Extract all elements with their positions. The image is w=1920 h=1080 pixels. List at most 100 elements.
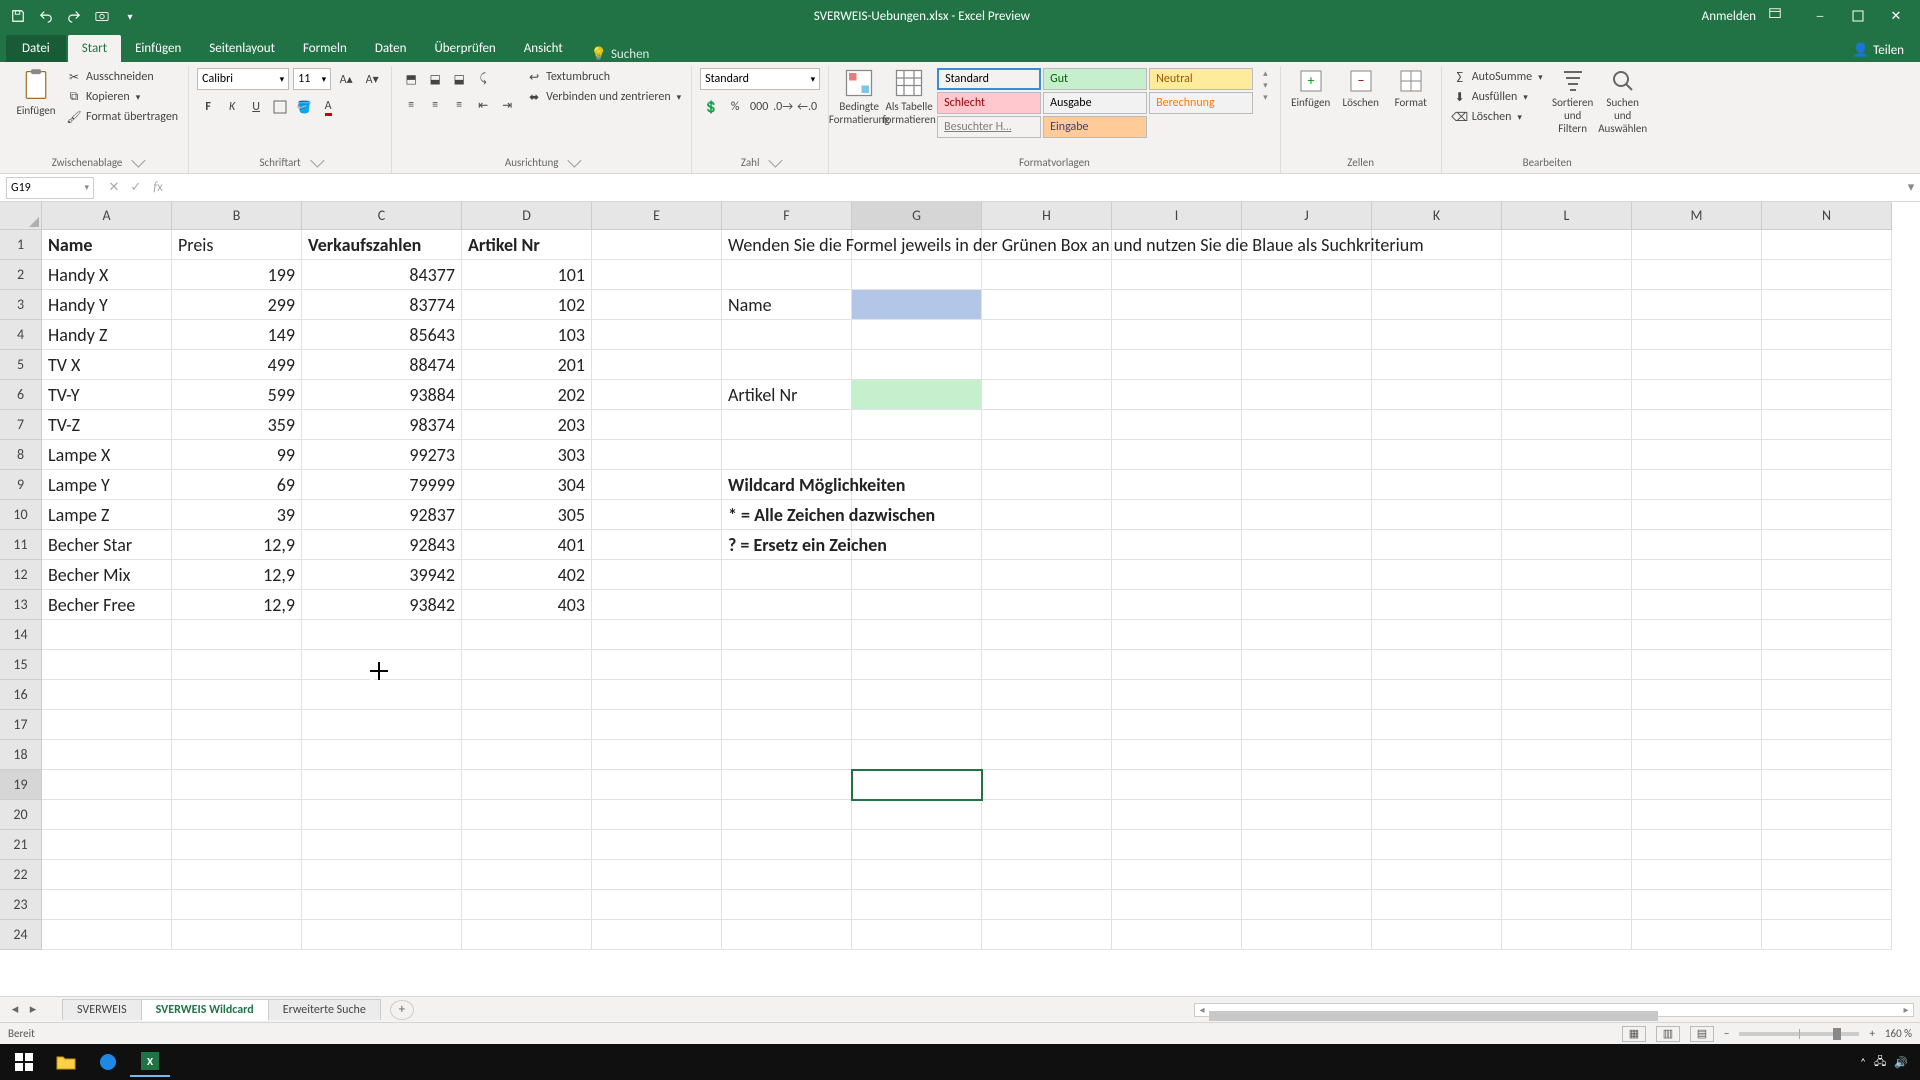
cell[interactable] <box>852 920 982 950</box>
style-good[interactable]: Gut <box>1043 68 1147 90</box>
cell[interactable] <box>1242 890 1372 920</box>
cell[interactable] <box>982 860 1112 890</box>
cell[interactable] <box>1242 320 1372 350</box>
merge-center-button[interactable]: ⬌Verbinden und zentrieren▾ <box>524 88 683 106</box>
cell[interactable] <box>1632 500 1762 530</box>
row-header[interactable]: 2 <box>0 260 42 290</box>
cell[interactable]: 402 <box>462 560 592 590</box>
cell[interactable] <box>302 650 462 680</box>
cell[interactable] <box>1762 500 1892 530</box>
cell[interactable]: 305 <box>462 500 592 530</box>
cell[interactable] <box>1112 470 1242 500</box>
cell[interactable] <box>1632 320 1762 350</box>
cell[interactable] <box>982 740 1112 770</box>
cell[interactable] <box>1242 740 1372 770</box>
cell[interactable] <box>982 800 1112 830</box>
cell[interactable]: 201 <box>462 350 592 380</box>
cell[interactable] <box>1112 590 1242 620</box>
cell[interactable] <box>302 860 462 890</box>
row-header[interactable]: 1 <box>0 230 42 260</box>
italic-button[interactable]: K <box>221 96 243 118</box>
cell[interactable] <box>1502 410 1632 440</box>
bold-button[interactable]: F <box>197 96 219 118</box>
cell[interactable] <box>1762 560 1892 590</box>
cell[interactable] <box>592 800 722 830</box>
cell[interactable] <box>462 620 592 650</box>
cell[interactable] <box>1632 770 1762 800</box>
cell[interactable] <box>1632 830 1762 860</box>
cell[interactable] <box>722 680 852 710</box>
cell[interactable] <box>982 680 1112 710</box>
tray-network-icon[interactable]: 🖧 <box>1874 1053 1886 1072</box>
cell[interactable] <box>1372 830 1502 860</box>
tab-formulas[interactable]: Formeln <box>289 35 361 62</box>
clear-button[interactable]: ⌫Löschen▾ <box>1450 108 1545 126</box>
cell[interactable]: 101 <box>462 260 592 290</box>
format-cells-button[interactable]: Format <box>1389 68 1433 109</box>
cell[interactable] <box>1242 500 1372 530</box>
cell[interactable] <box>1762 410 1892 440</box>
cell[interactable] <box>982 290 1112 320</box>
row-header[interactable]: 21 <box>0 830 42 860</box>
cell[interactable] <box>1762 740 1892 770</box>
tell-me-search[interactable]: 💡 Suchen <box>591 47 650 62</box>
cell[interactable] <box>1762 920 1892 950</box>
cell[interactable] <box>42 710 172 740</box>
cell[interactable]: Artikel Nr <box>462 230 592 260</box>
style-neutral[interactable]: Neutral <box>1149 68 1253 90</box>
cell[interactable] <box>1112 560 1242 590</box>
cell[interactable] <box>1762 530 1892 560</box>
cell[interactable] <box>1632 800 1762 830</box>
cell[interactable] <box>462 800 592 830</box>
tray-volume-icon[interactable]: 🔊 <box>1894 1056 1908 1069</box>
cell[interactable] <box>1242 440 1372 470</box>
cell[interactable] <box>462 680 592 710</box>
cell[interactable] <box>1372 530 1502 560</box>
cell[interactable] <box>1112 500 1242 530</box>
maximize-button[interactable] <box>1840 4 1876 28</box>
cell[interactable]: 85643 <box>302 320 462 350</box>
cell[interactable] <box>1502 500 1632 530</box>
cell[interactable] <box>1112 260 1242 290</box>
row-header[interactable]: 20 <box>0 800 42 830</box>
cell[interactable] <box>1632 860 1762 890</box>
view-page-layout-icon[interactable]: ▥ <box>1656 1026 1680 1042</box>
cell[interactable] <box>982 710 1112 740</box>
cell[interactable] <box>1632 710 1762 740</box>
tab-review[interactable]: Überprüfen <box>420 35 509 62</box>
cell[interactable]: 199 <box>172 260 302 290</box>
cell[interactable] <box>42 680 172 710</box>
cell[interactable] <box>722 350 852 380</box>
column-header[interactable]: B <box>172 202 302 230</box>
cell[interactable] <box>302 710 462 740</box>
formula-input[interactable] <box>172 177 1902 199</box>
cell[interactable] <box>42 620 172 650</box>
cell[interactable]: 79999 <box>302 470 462 500</box>
cell[interactable] <box>1502 620 1632 650</box>
row-header[interactable]: 24 <box>0 920 42 950</box>
cell[interactable] <box>1112 860 1242 890</box>
row-header[interactable]: 17 <box>0 710 42 740</box>
cell[interactable]: 202 <box>462 380 592 410</box>
row-header[interactable]: 10 <box>0 500 42 530</box>
cell[interactable] <box>1632 890 1762 920</box>
cell[interactable]: 401 <box>462 530 592 560</box>
style-output[interactable]: Ausgabe <box>1043 92 1147 114</box>
cell[interactable] <box>1632 290 1762 320</box>
cell[interactable]: Handy Y <box>42 290 172 320</box>
cell[interactable] <box>592 350 722 380</box>
zoom-slider[interactable] <box>1739 1032 1859 1036</box>
decrease-indent-icon[interactable]: ⇤ <box>472 94 494 116</box>
cell[interactable]: 93842 <box>302 590 462 620</box>
cell[interactable]: 499 <box>172 350 302 380</box>
column-header[interactable]: K <box>1372 202 1502 230</box>
select-all-corner[interactable] <box>0 202 42 230</box>
tab-page-layout[interactable]: Seitenlayout <box>195 35 289 62</box>
tab-data[interactable]: Daten <box>361 35 421 62</box>
style-visited-link[interactable]: Besuchter H… <box>937 116 1041 138</box>
cell[interactable] <box>302 620 462 650</box>
cell[interactable]: Becher Star <box>42 530 172 560</box>
cell[interactable] <box>42 860 172 890</box>
cell[interactable] <box>462 890 592 920</box>
cell[interactable] <box>1502 830 1632 860</box>
